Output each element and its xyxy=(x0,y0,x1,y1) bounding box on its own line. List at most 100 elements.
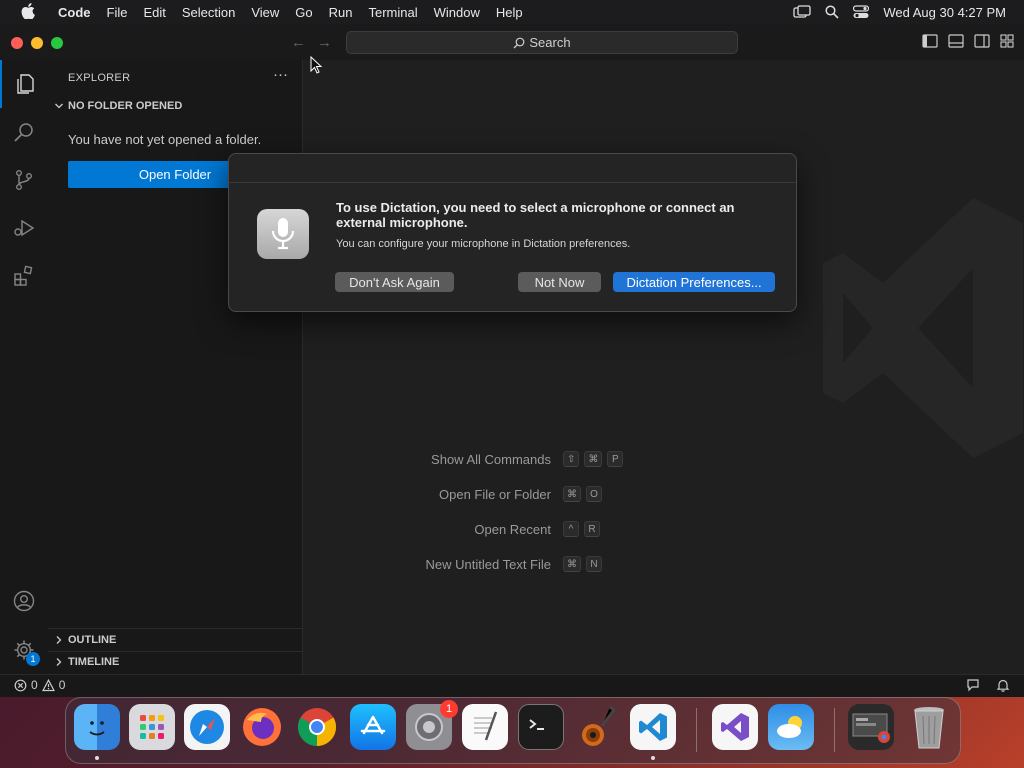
manage-gear-icon[interactable]: 1 xyxy=(0,626,48,674)
vscode-watermark-logo xyxy=(823,198,1023,458)
menu-app-name[interactable]: Code xyxy=(50,5,99,20)
downloads-stack-icon[interactable] xyxy=(848,704,894,750)
menu-file[interactable]: File xyxy=(99,5,136,20)
no-folder-section-header[interactable]: NO FOLDER OPENED xyxy=(54,100,182,112)
trash-icon[interactable] xyxy=(906,704,952,750)
menu-terminal[interactable]: Terminal xyxy=(361,5,426,20)
safari-icon[interactable] xyxy=(184,704,230,750)
app-store-icon[interactable] xyxy=(350,704,396,750)
toggle-secondary-sidebar-icon[interactable] xyxy=(974,34,990,48)
no-folder-message: You have not yet opened a folder. xyxy=(68,132,262,147)
settings-badge: 1 xyxy=(440,700,458,718)
menu-edit[interactable]: Edit xyxy=(135,5,173,20)
warning-icon xyxy=(41,678,55,691)
open-recent-row[interactable]: Open Recent ^ R xyxy=(351,521,605,537)
dictation-alert-dialog: To use Dictation, you need to select a m… xyxy=(228,153,797,312)
command-center-search[interactable]: Search xyxy=(346,31,738,54)
extensions-icon[interactable] xyxy=(0,252,48,300)
no-folder-section-label: NO FOLDER OPENED xyxy=(68,100,183,112)
dock-separator xyxy=(834,708,835,752)
timeline-section-label: TIMELINE xyxy=(68,656,120,668)
spotlight-search-icon[interactable] xyxy=(825,5,839,19)
sidebar-title: EXPLORER xyxy=(68,72,131,84)
close-window-button[interactable] xyxy=(11,37,23,49)
screen-mirroring-icon[interactable] xyxy=(793,5,812,19)
outline-section-label: OUTLINE xyxy=(68,634,117,646)
dialog-header-strip xyxy=(229,154,796,183)
menu-help[interactable]: Help xyxy=(488,5,531,20)
status-bar: 0 0 xyxy=(0,674,1024,697)
o-key: O xyxy=(586,486,602,502)
firefox-icon[interactable] xyxy=(239,704,285,750)
chevron-right-icon xyxy=(56,636,62,644)
dock-separator xyxy=(696,708,697,752)
search-icon xyxy=(513,37,525,48)
error-count: 0 xyxy=(31,678,38,692)
r-key: R xyxy=(584,521,600,537)
dialog-title: To use Dictation, you need to select a m… xyxy=(336,200,735,230)
dictation-preferences-button[interactable]: Dictation Preferences... xyxy=(613,272,775,292)
finder-icon[interactable] xyxy=(74,704,120,750)
menu-go[interactable]: Go xyxy=(287,5,320,20)
control-key: ^ xyxy=(563,521,579,537)
dialog-message: You can configure your microphone in Dic… xyxy=(336,238,631,250)
control-center-icon[interactable] xyxy=(853,5,870,19)
chrome-icon[interactable] xyxy=(294,704,340,750)
accounts-icon[interactable] xyxy=(0,577,48,625)
command-label: Show All Commands xyxy=(431,451,551,467)
command-key: ⌘ xyxy=(563,486,581,502)
explorer-icon[interactable] xyxy=(0,60,50,108)
section-divider xyxy=(48,651,302,652)
minimize-window-button[interactable] xyxy=(31,37,43,49)
visual-studio-icon[interactable] xyxy=(712,704,758,750)
search-icon[interactable] xyxy=(0,108,48,156)
chevron-down-icon xyxy=(55,103,63,109)
warning-count: 0 xyxy=(58,678,66,692)
settings-update-badge: 1 xyxy=(26,652,40,666)
back-arrow-icon[interactable]: ← xyxy=(291,34,306,51)
open-file-or-folder-row[interactable]: Open File or Folder ⌘ O xyxy=(351,486,607,502)
running-indicator xyxy=(95,756,99,760)
outline-section-header[interactable]: OUTLINE xyxy=(54,634,116,646)
toggle-panel-icon[interactable] xyxy=(948,34,964,48)
launchpad-icon[interactable] xyxy=(129,704,175,750)
menu-selection[interactable]: Selection xyxy=(174,5,243,20)
dont-ask-again-button[interactable]: Don't Ask Again xyxy=(335,272,454,292)
menu-window[interactable]: Window xyxy=(426,5,488,20)
feedback-icon[interactable] xyxy=(966,678,980,695)
mac-menubar: Code File Edit Selection View Go Run Ter… xyxy=(0,0,1024,24)
new-untitled-file-row[interactable]: New Untitled Text File ⌘ N xyxy=(351,556,607,572)
title-bar: ← → Search xyxy=(0,24,1024,61)
p-key: P xyxy=(607,451,624,467)
terminal-icon[interactable] xyxy=(518,704,564,750)
problems-indicator[interactable]: 0 0 xyxy=(14,678,65,692)
system-settings-icon[interactable]: 1 xyxy=(406,700,458,750)
run-debug-icon[interactable] xyxy=(0,204,48,252)
toggle-primary-sidebar-icon[interactable] xyxy=(922,34,938,48)
menubar-clock[interactable]: Wed Aug 30 4:27 PM xyxy=(883,5,1006,20)
forward-arrow-icon[interactable]: → xyxy=(317,34,332,51)
textedit-icon[interactable] xyxy=(462,704,508,750)
more-actions-icon[interactable]: ··· xyxy=(273,66,288,83)
show-all-commands-row[interactable]: Show All Commands ⇧ ⌘ P xyxy=(351,451,628,467)
garageband-icon[interactable] xyxy=(574,704,620,750)
activity-bar: 1 xyxy=(0,60,49,674)
not-now-button[interactable]: Not Now xyxy=(518,272,601,292)
menu-view[interactable]: View xyxy=(243,5,287,20)
error-icon xyxy=(14,679,27,691)
timeline-section-header[interactable]: TIMELINE xyxy=(54,656,119,668)
source-control-icon[interactable] xyxy=(0,156,48,204)
mouse-pointer-icon xyxy=(310,56,322,74)
vscode-window: ← → Search 1 EXPLORER ··· NO FOLDER OPEN… xyxy=(0,24,1024,697)
macos-dock: 1 xyxy=(65,697,961,764)
apple-menu-icon[interactable] xyxy=(18,2,38,22)
command-label: Open Recent xyxy=(474,521,551,537)
microphone-icon xyxy=(257,209,309,259)
notifications-bell-icon[interactable] xyxy=(996,678,1010,695)
zoom-window-button[interactable] xyxy=(51,37,63,49)
vscode-icon[interactable] xyxy=(630,704,676,750)
customize-layout-icon[interactable] xyxy=(1000,34,1014,48)
menu-run[interactable]: Run xyxy=(321,5,361,20)
weather-icon[interactable] xyxy=(768,704,814,750)
shift-key: ⇧ xyxy=(563,451,580,467)
